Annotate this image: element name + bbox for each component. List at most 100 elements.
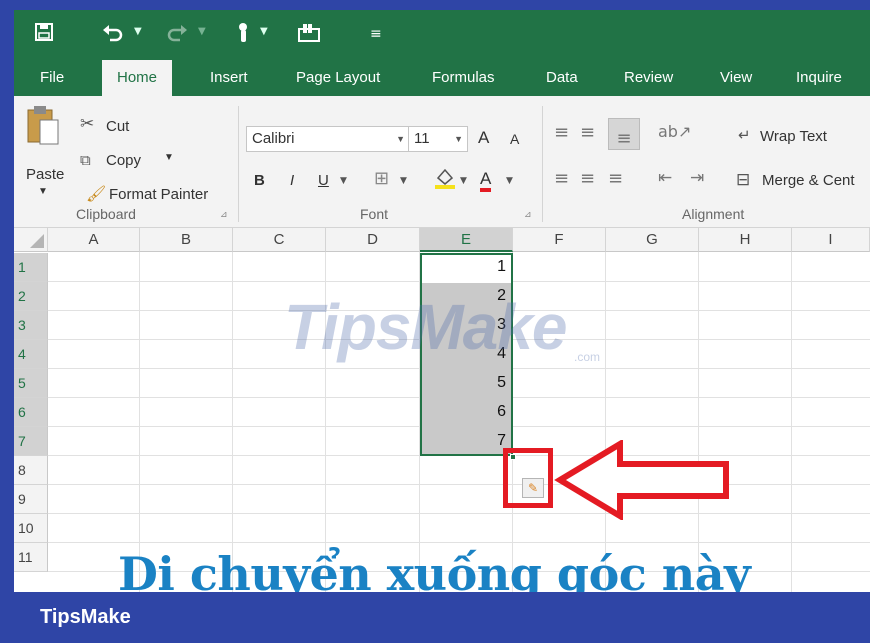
clipboard-group-label: Clipboard	[76, 206, 136, 222]
row-header-9[interactable]: 9	[14, 485, 48, 514]
touch-mode-icon[interactable]	[236, 22, 252, 49]
cell-e7[interactable]: 7	[416, 432, 506, 450]
align-left-icon[interactable]: ≡	[554, 168, 569, 189]
ribbon-home: Paste ▼ ✂ Cut ⧉ Copy ▼ 🖌 Format Painter …	[14, 96, 870, 228]
select-all-corner[interactable]	[14, 228, 48, 252]
borders-icon[interactable]: ⊞	[374, 168, 389, 189]
fill-color-icon[interactable]	[434, 166, 456, 195]
column-header-e[interactable]: E	[420, 228, 513, 252]
column-header-a[interactable]: A	[48, 228, 140, 252]
decrease-indent-icon[interactable]: ⇤	[658, 168, 672, 188]
row-header-5[interactable]: 5	[14, 369, 48, 398]
format-painter-icon[interactable]: 🖌	[86, 184, 106, 203]
row-header-7[interactable]: 7	[14, 427, 48, 456]
undo-dropdown-icon[interactable]: ▼	[134, 26, 142, 37]
clipboard-launcher-icon[interactable]: ⊿	[220, 210, 228, 220]
font-launcher-icon[interactable]: ⊿	[524, 210, 532, 220]
merge-center-button[interactable]: Merge & Cent	[762, 172, 855, 189]
borders-dropdown-icon[interactable]: ▼	[400, 176, 407, 186]
wrap-text-icon[interactable]: ↵	[738, 126, 751, 144]
tab-home[interactable]: Home	[102, 60, 173, 96]
redo-dropdown-icon[interactable]: ▼	[198, 26, 206, 37]
chevron-down-icon: ▼	[396, 134, 405, 144]
grow-font-button[interactable]: A	[478, 128, 489, 148]
align-bottom-icon[interactable]: ≡	[608, 118, 640, 150]
align-right-icon[interactable]: ≡	[608, 168, 623, 189]
format-painter-button[interactable]: Format Painter	[109, 186, 208, 203]
column-header-h[interactable]: H	[699, 228, 792, 252]
camera-icon[interactable]	[297, 22, 321, 49]
cell-e1[interactable]: 1	[416, 258, 506, 276]
wrap-text-button[interactable]: Wrap Text	[760, 128, 827, 145]
highlight-box	[503, 448, 553, 508]
tab-file[interactable]: File	[40, 60, 64, 96]
tab-review[interactable]: Review	[624, 60, 673, 96]
underline-dropdown-icon[interactable]: ▼	[340, 176, 347, 186]
cell-e5[interactable]: 5	[416, 374, 506, 392]
cut-icon[interactable]: ✂	[80, 114, 94, 134]
column-header-c[interactable]: C	[233, 228, 326, 252]
italic-button[interactable]: I	[290, 172, 294, 189]
font-color-button[interactable]: A	[480, 170, 492, 192]
column-header-i[interactable]: I	[792, 228, 870, 252]
column-header-d[interactable]: D	[326, 228, 420, 252]
caption-text: Di chuyển xuống góc này	[118, 547, 751, 592]
row-header-6[interactable]: 6	[14, 398, 48, 427]
undo-icon[interactable]	[102, 22, 124, 47]
bold-button[interactable]: B	[254, 172, 265, 189]
tab-formulas[interactable]: Formulas	[432, 60, 495, 96]
align-middle-icon[interactable]: ≡	[580, 122, 595, 143]
font-color-dropdown-icon[interactable]: ▼	[506, 176, 513, 186]
copy-dropdown-icon[interactable]: ▼	[164, 152, 174, 163]
column-header-f[interactable]: F	[513, 228, 606, 252]
row-header-8[interactable]: 8	[14, 456, 48, 485]
cell-e6[interactable]: 6	[416, 403, 506, 421]
row-header-11[interactable]: 11	[14, 543, 48, 572]
grid-row-line	[48, 513, 870, 514]
cut-button[interactable]: Cut	[106, 118, 129, 135]
watermark: TipsMake	[284, 291, 567, 363]
tab-insert[interactable]: Insert	[210, 60, 248, 96]
paste-button[interactable]: Paste	[26, 166, 64, 183]
tab-page-layout[interactable]: Page Layout	[296, 60, 380, 96]
divider	[238, 106, 239, 222]
grid-column-line	[791, 252, 792, 592]
row-header-3[interactable]: 3	[14, 311, 48, 340]
copy-button[interactable]: Copy	[106, 152, 141, 169]
touch-dropdown-icon[interactable]: ▼	[260, 26, 268, 37]
divider	[542, 106, 543, 222]
shrink-font-button[interactable]: A	[510, 131, 519, 147]
redo-icon[interactable]	[166, 22, 188, 47]
tab-inquire[interactable]: Inquire	[796, 60, 842, 96]
column-header-b[interactable]: B	[140, 228, 233, 252]
align-top-icon[interactable]: ≡	[554, 122, 569, 143]
footer-brand: TipsMake	[40, 606, 131, 628]
grid-column-line	[232, 252, 233, 592]
row-header-10[interactable]: 10	[14, 514, 48, 543]
column-header-g[interactable]: G	[606, 228, 699, 252]
watermark-suffix: .com	[574, 350, 601, 364]
increase-indent-icon[interactable]: ⇥	[690, 168, 704, 188]
excel-window: ▼ ▼ ▼ ≡ File Home Insert Page Layout For…	[14, 10, 870, 592]
grid-row-line	[48, 542, 870, 543]
font-size-value: 11	[414, 130, 430, 147]
paste-icon[interactable]	[26, 104, 60, 152]
grid-column-line	[698, 252, 699, 592]
font-name-combo[interactable]: Calibri ▼	[246, 126, 410, 152]
orientation-icon[interactable]: ab↗	[658, 122, 691, 141]
merge-icon[interactable]: ⊟	[736, 170, 750, 190]
tab-data[interactable]: Data	[546, 60, 578, 96]
customize-icon[interactable]: ≡	[370, 22, 382, 46]
align-center-icon[interactable]: ≡	[580, 168, 595, 189]
paste-dropdown-icon[interactable]: ▼	[38, 186, 48, 197]
save-icon[interactable]	[34, 22, 54, 47]
fill-dropdown-icon[interactable]: ▼	[460, 176, 467, 186]
row-header-2[interactable]: 2	[14, 282, 48, 311]
row-header-1[interactable]: 1	[14, 253, 48, 282]
tab-view[interactable]: View	[720, 60, 752, 96]
copy-icon[interactable]: ⧉	[80, 151, 91, 169]
row-header-4[interactable]: 4	[14, 340, 48, 369]
spreadsheet-grid[interactable]: ABCDEFGHI 1 2 3 4 5 6 7 8 9 10 11 1234567 ✎	[14, 228, 870, 592]
font-size-combo[interactable]: 11 ▼	[408, 126, 468, 152]
underline-button[interactable]: U	[318, 172, 329, 189]
